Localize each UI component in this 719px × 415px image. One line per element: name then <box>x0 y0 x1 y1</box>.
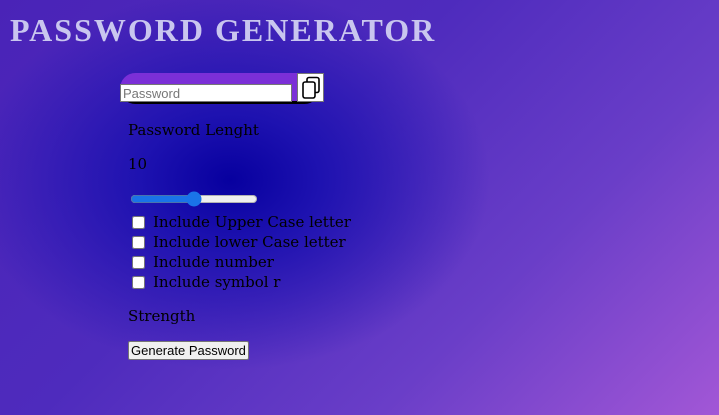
option-symbol-label: Include symbol r <box>153 273 281 291</box>
page-title: PASSWORD GENERATOR <box>10 12 437 48</box>
copy-icon <box>301 76 320 99</box>
generate-password-button[interactable]: Generate Password <box>128 341 249 360</box>
option-number[interactable]: Include number <box>130 253 274 271</box>
password-length-label: Password Lenght <box>128 121 259 139</box>
password-length-value: 10 <box>128 155 148 173</box>
option-symbol[interactable]: Include symbol r <box>130 273 280 291</box>
password-field[interactable] <box>120 84 292 102</box>
uppercase-checkbox[interactable] <box>132 215 145 229</box>
password-display <box>120 73 324 104</box>
option-uppercase[interactable]: Include Upper Case letter <box>130 213 351 231</box>
number-checkbox[interactable] <box>132 255 145 269</box>
option-lowercase-label: Include lower Case letter <box>153 233 346 251</box>
symbol-checkbox[interactable] <box>132 275 145 289</box>
option-number-label: Include number <box>153 253 274 271</box>
strength-label: Strength <box>128 307 196 325</box>
option-lowercase[interactable]: Include lower Case letter <box>130 233 346 251</box>
length-slider[interactable] <box>130 191 258 207</box>
lowercase-checkbox[interactable] <box>132 235 145 249</box>
option-uppercase-label: Include Upper Case letter <box>153 213 351 231</box>
copy-button[interactable] <box>297 73 324 102</box>
